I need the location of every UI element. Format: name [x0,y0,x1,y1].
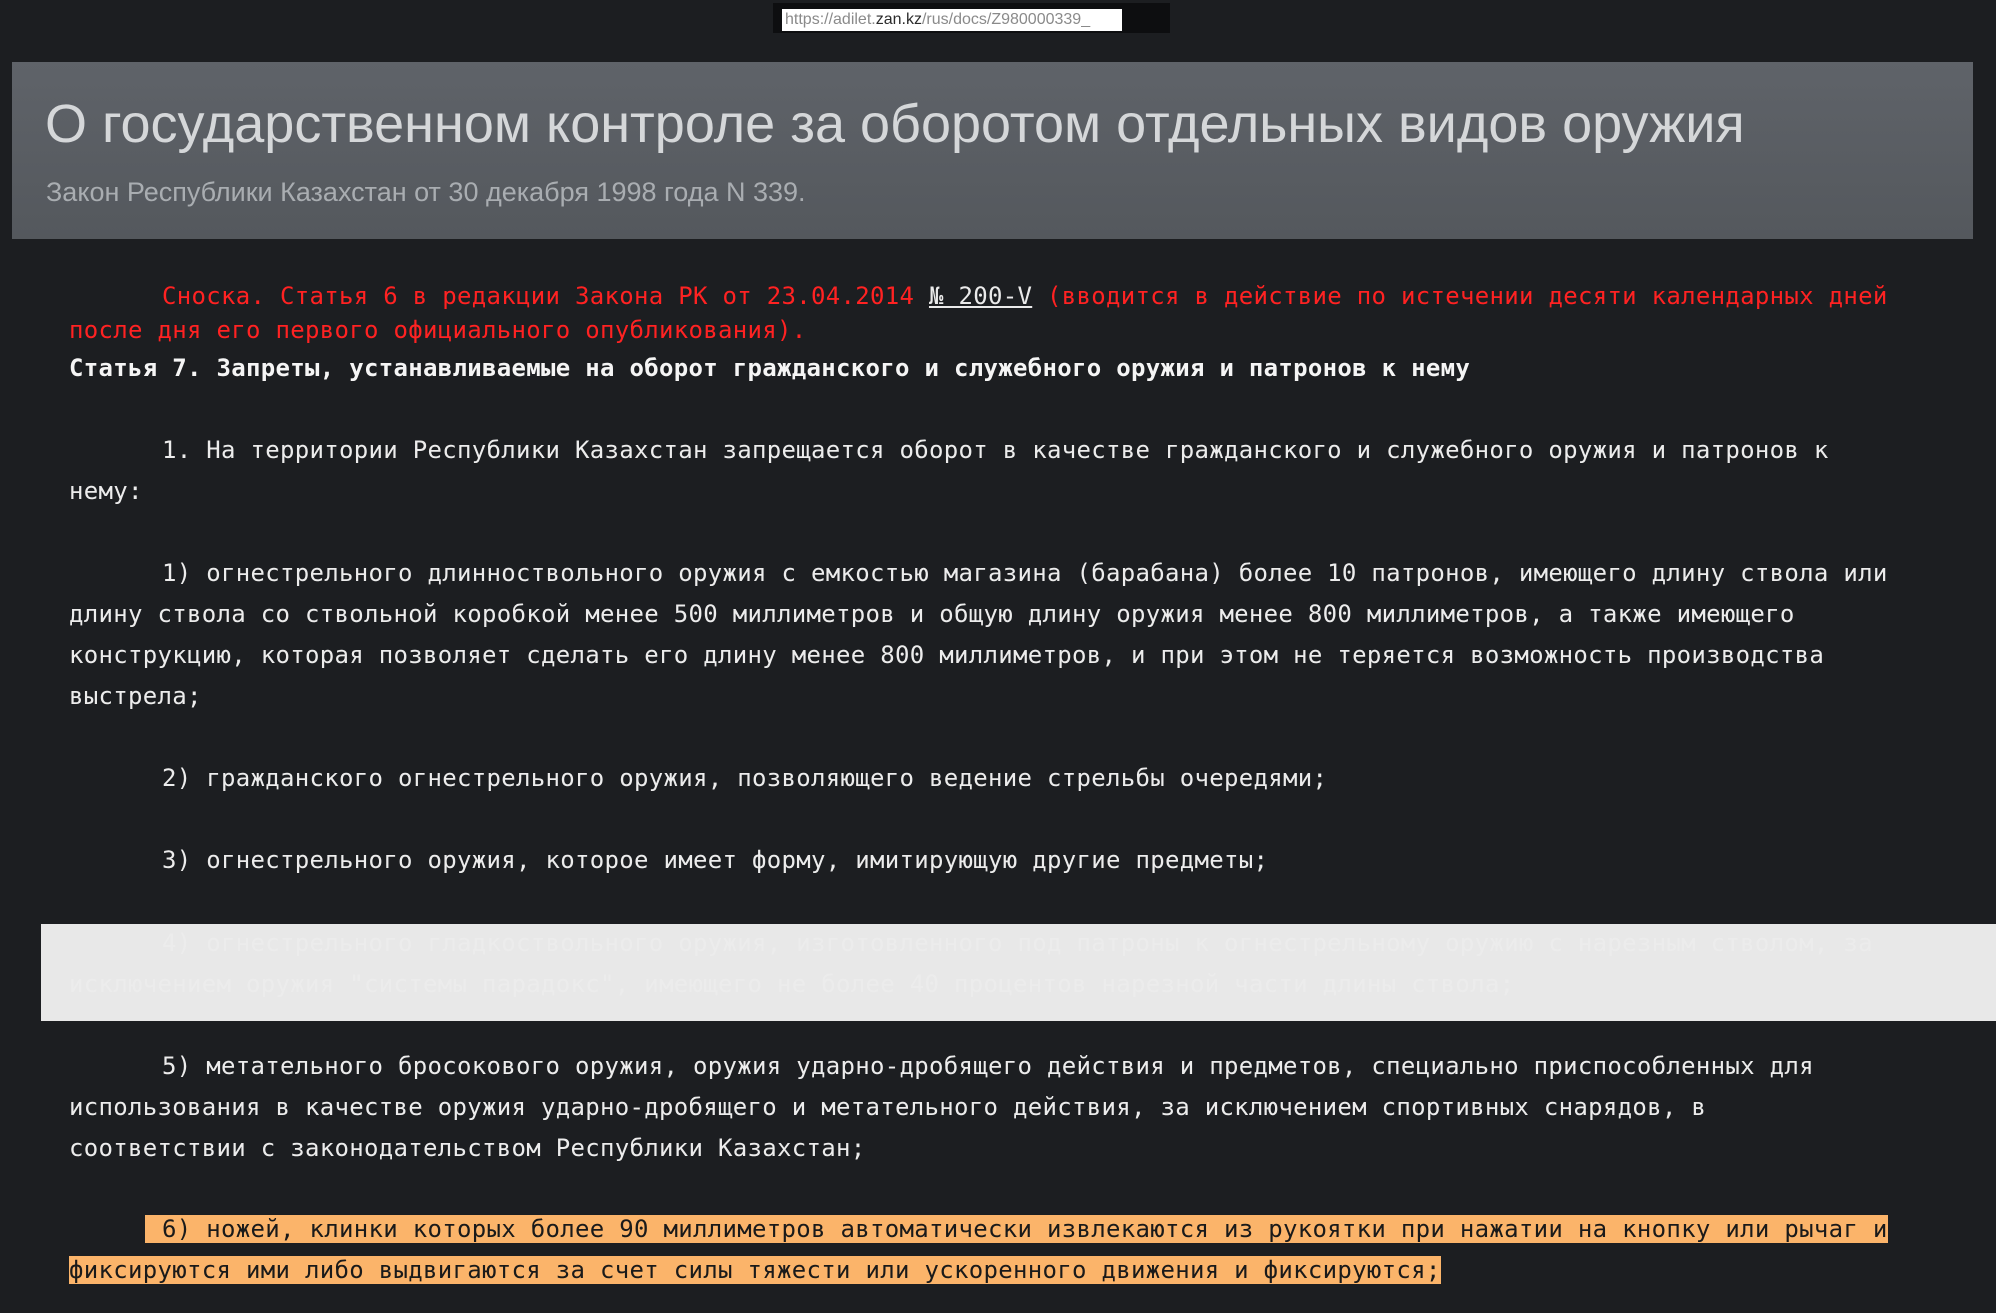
law-link[interactable]: № 200-V [929,282,1032,310]
item-1-line: выстрела; [69,682,202,710]
footnote-line-2: после дня его первого официального опубл… [69,316,807,344]
paragraph-1-line: 1. На территории Республики Казахстан за… [162,436,1829,464]
footnote-line-1: Сноска. Статья 6 в редакции Закона РК от… [162,282,1888,310]
address-bar: https://adilet.zan.kz/rus/docs/Z98000033… [773,3,1170,33]
item-5-line: 5) метательного бросокового оружия, оруж… [162,1052,1814,1080]
page-header: О государственном контроле за оборотом о… [12,62,1973,239]
item-2-line: 2) гражданского огнестрельного оружия, п… [162,764,1328,792]
page-title: О государственном контроле за оборотом о… [45,94,1745,154]
item-4-line: 4) огнестрельного гладкоствольного оружи… [162,929,1873,957]
item-1-line: длину ствола со ствольной коробкой менее… [69,600,1795,628]
item-4-line: исключением оружия "системы парадокс", и… [69,970,1515,998]
url-prefix: https://adilet. [785,11,876,28]
page-subtitle: Закон Республики Казахстан от 30 декабря… [46,177,806,207]
url-host: zan.kz [875,11,922,28]
item-1-line: конструкцию, которая позволяет сделать е… [69,641,1825,669]
url-field[interactable]: https://adilet.zan.kz/rus/docs/Z98000033… [782,9,1122,31]
item-6-line: фиксируются ими либо выдвигаются за счет… [69,1256,1441,1284]
item-6-line: 6) ножей, клинки которых более 90 миллим… [145,1215,1888,1243]
highlighted-text: фиксируются ими либо выдвигаются за счет… [69,1256,1441,1284]
article-heading: Статья 7. Запреты, устанавливаемые на об… [69,354,1471,382]
item-5-line: соответствии с законодательством Республ… [69,1134,866,1162]
footnote-text: Сноска. Статья 6 в редакции Закона РК от… [162,282,929,310]
highlighted-text: 6) ножей, клинки которых более 90 миллим… [145,1215,1888,1243]
footnote-text: (вводится в действие по истечении десяти… [1032,282,1888,310]
paragraph-1-line: нему: [69,477,143,505]
item-5-line: использования в качестве оружия ударно-д… [69,1093,1707,1121]
url-path: /rus/docs/Z980000339_ [921,11,1091,28]
item-1-line: 1) огнестрельного длинноствольного оружи… [162,559,1888,587]
item-3-line: 3) огнестрельного оружия, которое имеет … [162,846,1269,874]
